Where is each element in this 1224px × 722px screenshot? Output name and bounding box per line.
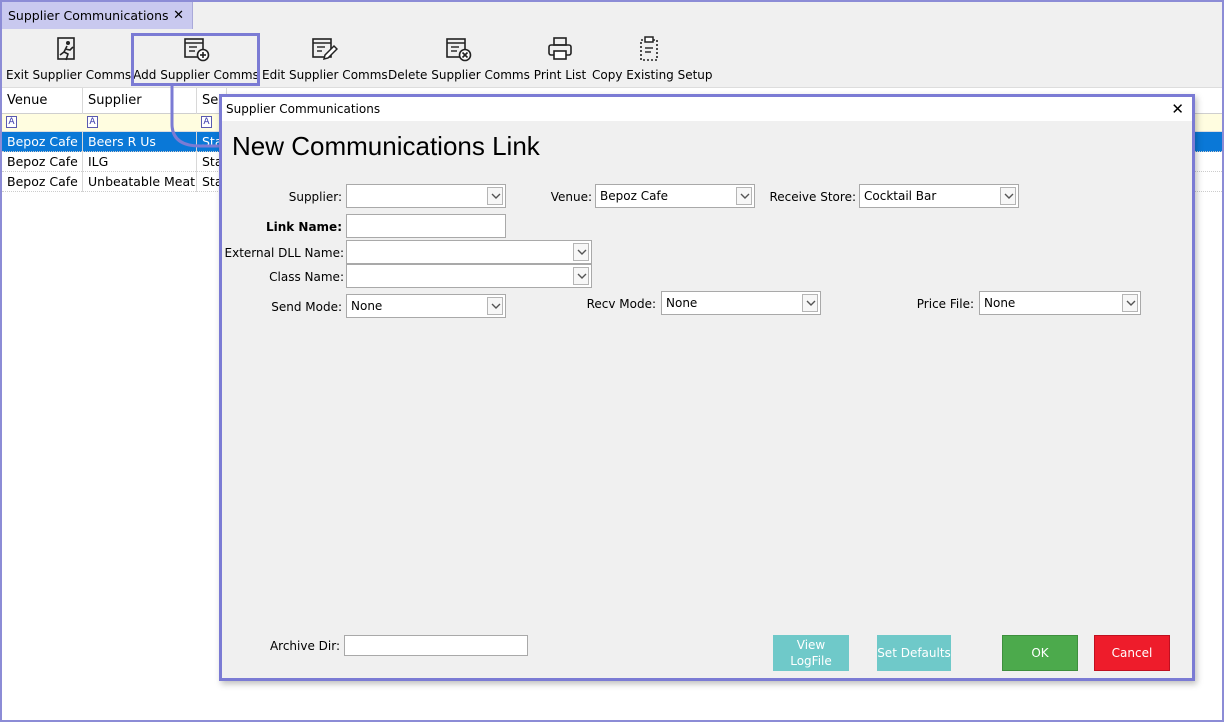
- new-communications-dialog: Supplier Communications ✕ New Communicat…: [219, 94, 1195, 681]
- cell-venue: Bepoz Cafe: [2, 152, 83, 172]
- column-header-venue[interactable]: Venue: [2, 88, 83, 114]
- cell-venue: Bepoz Cafe: [2, 172, 83, 192]
- filter-venue-icon[interactable]: A: [6, 116, 17, 128]
- recv-mode-label: Recv Mode:: [586, 297, 656, 311]
- archive-dir-label: Archive Dir:: [269, 639, 340, 653]
- filter-supplier-icon[interactable]: A: [87, 116, 98, 128]
- delete-supplier-comms-button[interactable]: Delete Supplier Comms: [388, 29, 530, 87]
- cancel-button[interactable]: Cancel: [1094, 635, 1170, 671]
- receive-store-combo[interactable]: Cocktail Bar: [859, 184, 1019, 208]
- class-name-label: Class Name:: [269, 270, 344, 284]
- print-label: Print List: [533, 68, 587, 82]
- add-button-highlight: [131, 33, 260, 86]
- copy-label: Copy Existing Setup: [592, 68, 713, 82]
- ok-button[interactable]: OK: [1002, 635, 1078, 671]
- dialog-heading: New Communications Link: [232, 131, 540, 161]
- view-logfile-line1: View: [796, 638, 826, 652]
- send-mode-label: Send Mode:: [271, 300, 342, 314]
- external-dll-label: External DLL Name:: [224, 246, 344, 260]
- tab-strip: Supplier Communications ✕: [2, 2, 1222, 29]
- copy-existing-setup-button[interactable]: Copy Existing Setup: [592, 29, 713, 87]
- dialog-title: Supplier Communications: [226, 102, 381, 116]
- cell-venue: Bepoz Cafe: [2, 132, 83, 152]
- send-mode-combo[interactable]: None: [346, 294, 506, 318]
- tab-label: Supplier Communications: [8, 8, 169, 23]
- external-dll-combo[interactable]: [346, 240, 592, 264]
- view-logfile-line2: LogFile: [790, 654, 832, 668]
- link-name-input[interactable]: [346, 214, 506, 238]
- chevron-down-icon[interactable]: [487, 187, 503, 205]
- venue-combo[interactable]: Bepoz Cafe: [595, 184, 755, 208]
- delete-document-icon: [446, 38, 472, 62]
- printer-icon: [548, 37, 572, 60]
- chevron-down-icon[interactable]: [573, 243, 589, 261]
- price-file-label: Price File:: [916, 297, 974, 311]
- recv-mode-value: None: [666, 296, 698, 310]
- exit-label: Exit Supplier Comms: [6, 68, 132, 82]
- dialog-titlebar: Supplier Communications ✕: [222, 97, 1192, 121]
- archive-dir-input[interactable]: [344, 635, 528, 656]
- link-name-label: Link Name:: [265, 220, 342, 234]
- chevron-down-icon[interactable]: [1000, 187, 1016, 205]
- set-defaults-button[interactable]: Set Defaults: [877, 635, 951, 671]
- supplier-combo[interactable]: [346, 184, 506, 208]
- delete-label: Delete Supplier Comms: [388, 68, 530, 82]
- price-file-combo[interactable]: None: [979, 291, 1141, 315]
- chevron-down-icon[interactable]: [802, 294, 818, 312]
- receive-store-value: Cocktail Bar: [864, 189, 937, 203]
- clipboard-copy-icon: [640, 36, 658, 61]
- receive-store-label: Receive Store:: [769, 190, 856, 204]
- venue-label: Venue:: [550, 190, 592, 204]
- class-name-combo[interactable]: [346, 264, 592, 288]
- chevron-down-icon[interactable]: [487, 297, 503, 315]
- chevron-down-icon[interactable]: [573, 267, 589, 285]
- tab-close-icon[interactable]: ✕: [173, 8, 184, 23]
- edit-supplier-comms-button[interactable]: Edit Supplier Comms: [262, 29, 388, 87]
- view-logfile-button[interactable]: View LogFile: [773, 635, 849, 671]
- print-list-button[interactable]: Print List: [530, 29, 590, 87]
- edit-document-icon: [312, 38, 338, 61]
- venue-value: Bepoz Cafe: [600, 189, 669, 203]
- dialog-close-icon[interactable]: ✕: [1171, 97, 1184, 121]
- cell-supplier: Unbeatable Meat: [83, 172, 197, 192]
- chevron-down-icon[interactable]: [736, 187, 752, 205]
- edit-label: Edit Supplier Comms: [262, 68, 388, 82]
- exit-icon: [57, 37, 75, 61]
- recv-mode-combo[interactable]: None: [661, 291, 821, 315]
- supplier-label: Supplier:: [288, 190, 342, 204]
- price-file-value: None: [984, 296, 1016, 310]
- exit-supplier-comms-button[interactable]: Exit Supplier Comms: [6, 29, 132, 87]
- send-mode-value: None: [351, 299, 383, 313]
- tab-supplier-communications[interactable]: Supplier Communications ✕: [2, 2, 193, 29]
- chevron-down-icon[interactable]: [1122, 294, 1138, 312]
